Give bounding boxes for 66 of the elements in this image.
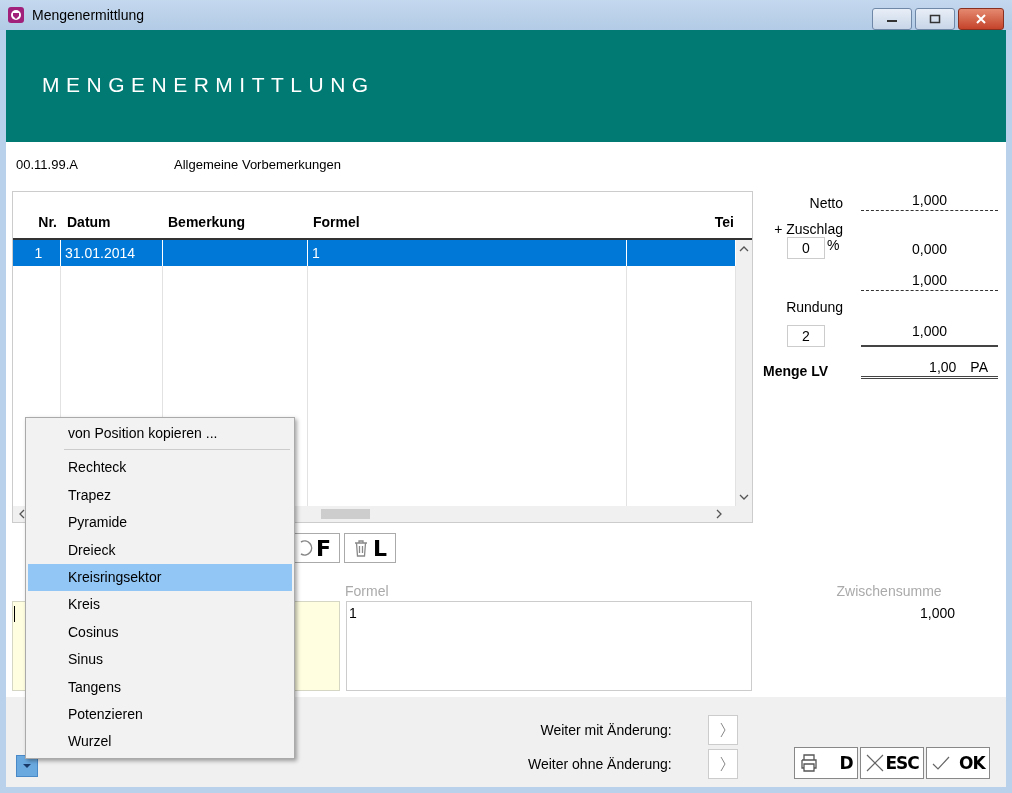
close-icon xyxy=(975,14,987,24)
formula-field[interactable]: 1 xyxy=(346,601,752,691)
scroll-left-icon[interactable] xyxy=(19,509,25,519)
window-title: Mengenermittlung xyxy=(32,7,146,23)
toolbar-button[interactable]: L xyxy=(344,533,396,563)
header-title: MENGENERMITTLUNG xyxy=(42,73,375,97)
table-cell: 31.01.2014 xyxy=(65,245,136,261)
column-header[interactable]: Tei xyxy=(627,214,736,230)
scroll-down-icon[interactable] xyxy=(739,494,749,500)
scroll-up-icon[interactable] xyxy=(739,246,749,252)
table-cell: 1 xyxy=(312,245,320,261)
checkmark-icon xyxy=(930,754,951,772)
print-button[interactable]: D xyxy=(793,747,858,779)
position-text: Allgemeine Vorbemerkungen xyxy=(174,156,341,172)
close-button[interactable] xyxy=(958,8,1004,30)
column-header[interactable]: Datum xyxy=(61,214,163,230)
menu-item[interactable]: Cosinus xyxy=(28,618,292,647)
column-header[interactable]: Formel xyxy=(308,214,627,230)
next-without-change-label: Weiter ohne Änderung: xyxy=(528,756,672,772)
table-cell: 1 xyxy=(34,245,43,261)
printer-icon xyxy=(798,754,819,772)
rounding-label: Rundung xyxy=(785,299,843,315)
column-header[interactable]: Nr. xyxy=(13,214,61,230)
menu-item[interactable]: Wurzel xyxy=(28,728,292,756)
caret-icon xyxy=(22,763,32,769)
unit-label: PA xyxy=(970,359,988,376)
surcharge-value: 0,000 xyxy=(910,241,948,259)
minimize-button[interactable] xyxy=(872,8,912,30)
table-row[interactable]: 1 31.01.2014 1 xyxy=(13,240,736,266)
quantity-value: 1,00 xyxy=(929,359,957,376)
vertical-scrollbar[interactable] xyxy=(736,240,752,506)
position-number: 00.11.99.A xyxy=(16,156,79,172)
menu-item[interactable]: von Position kopieren ... xyxy=(28,420,292,448)
menu-item[interactable]: Potenzieren xyxy=(28,700,292,729)
ok-button[interactable]: OK xyxy=(925,747,990,779)
scroll-right-icon[interactable] xyxy=(716,509,722,519)
app-icon xyxy=(8,7,24,23)
surcharge-percent-field[interactable]: 0 xyxy=(787,237,825,259)
percent-sign: % xyxy=(826,237,841,253)
cancel-button[interactable]: ESC xyxy=(859,747,924,779)
menu-item[interactable]: Rechteck xyxy=(28,454,292,482)
trash-icon xyxy=(353,539,369,557)
subtotal-label: Zwischensumme xyxy=(836,583,942,601)
netto-value: 1,000 xyxy=(861,192,998,211)
subtotal-value: 1,000 xyxy=(918,605,955,623)
column-header[interactable]: Bemerkung xyxy=(163,214,308,230)
chevron-icon xyxy=(718,755,727,773)
maximize-button[interactable] xyxy=(915,8,955,30)
chevron-icon xyxy=(718,721,727,739)
menu-item[interactable]: Sinus xyxy=(28,646,292,674)
menu-item[interactable]: Kreis xyxy=(28,591,292,619)
rounding-digits-field[interactable]: 2 xyxy=(787,325,825,347)
dropdown-button[interactable] xyxy=(16,755,38,777)
menu-item[interactable]: Tangens xyxy=(28,673,292,701)
rounded-value: 1,000 xyxy=(861,323,998,347)
quantity-label: Menge LV xyxy=(763,363,830,379)
surcharge-label: + Zuschlag xyxy=(773,221,843,237)
next-with-change-label: Weiter mit Änderung: xyxy=(540,722,672,738)
subtotal-value: 1,000 xyxy=(861,272,998,291)
maximize-icon xyxy=(929,14,941,24)
netto-label: Netto xyxy=(808,195,843,211)
scrollbar-thumb[interactable] xyxy=(321,509,370,519)
menu-item[interactable]: Kreisringsektor xyxy=(28,563,292,592)
formula-label: Formel xyxy=(345,583,389,601)
close-icon xyxy=(864,754,885,772)
menu-item[interactable]: Trapez xyxy=(28,481,292,510)
